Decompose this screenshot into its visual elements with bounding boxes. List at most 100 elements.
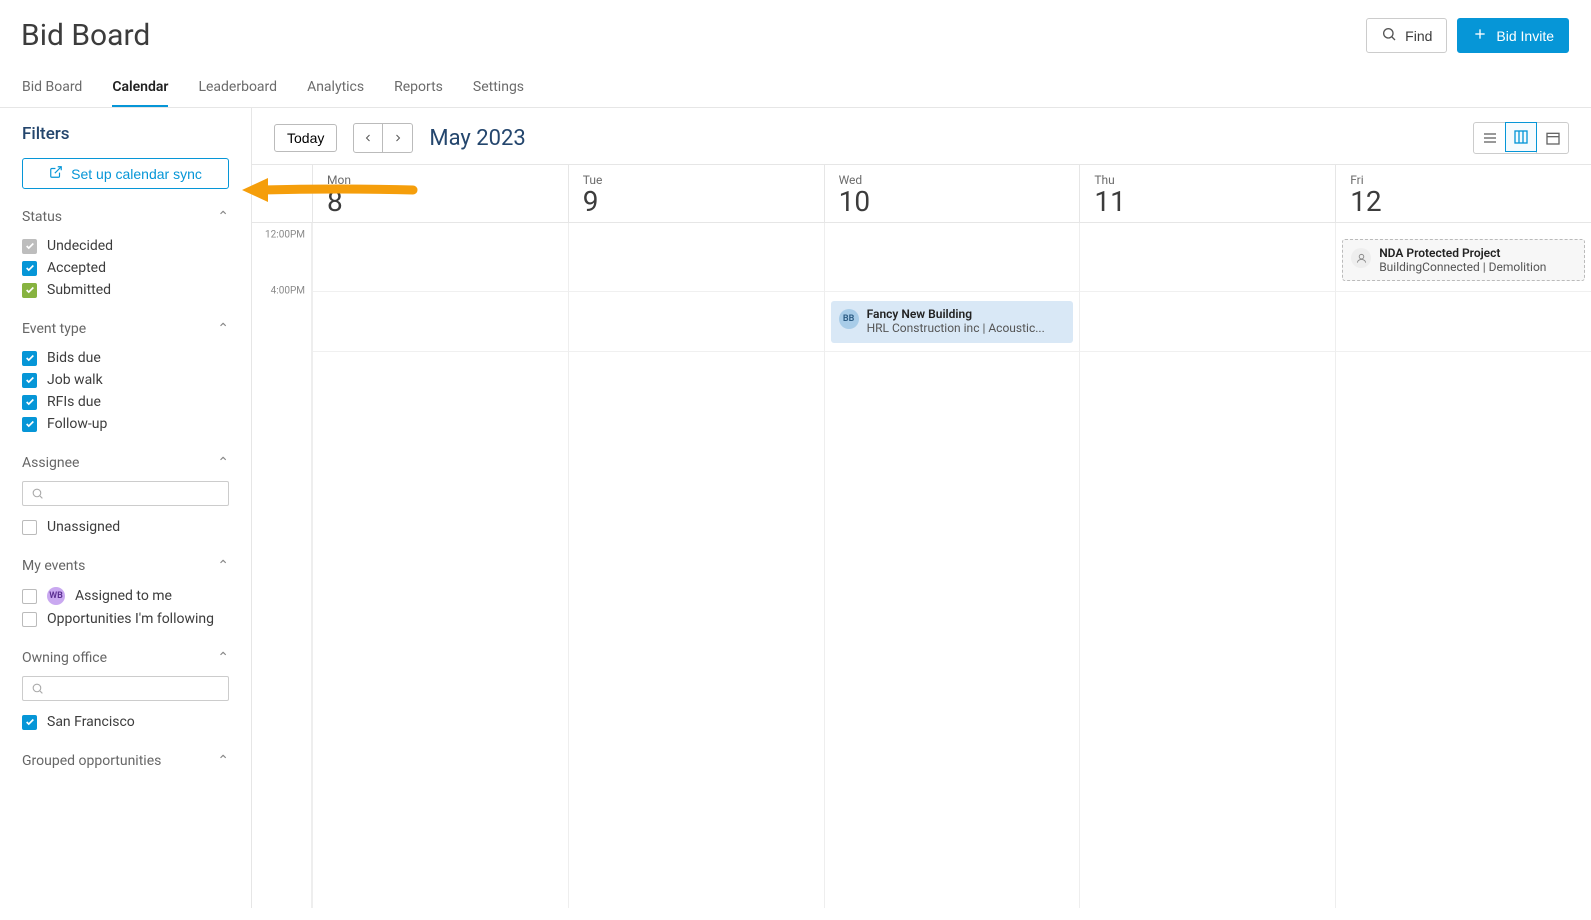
- chevron-up-icon: ⌃: [217, 321, 229, 337]
- day-number: 8: [327, 185, 554, 218]
- day-header-thu: Thu 11: [1079, 165, 1335, 222]
- filter-label: RFIs due: [47, 394, 101, 410]
- filter-item-following[interactable]: Opportunities I'm following: [22, 608, 229, 630]
- checkbox[interactable]: [22, 589, 37, 604]
- filters-sidebar: Filters Set up calendar sync Status ⌃ Un…: [0, 108, 252, 908]
- checkbox[interactable]: [22, 520, 37, 535]
- tab-calendar[interactable]: Calendar: [112, 71, 168, 107]
- day-col-tue[interactable]: [568, 223, 824, 908]
- external-link-icon: [49, 165, 63, 182]
- day-number: 10: [839, 185, 1066, 218]
- prev-button[interactable]: [353, 123, 383, 153]
- filter-title: Assignee: [22, 455, 79, 471]
- find-label: Find: [1405, 28, 1432, 44]
- main-tabs: Bid Board Calendar Leaderboard Analytics…: [0, 71, 1591, 108]
- today-button[interactable]: Today: [274, 124, 337, 152]
- bid-invite-button[interactable]: Bid Invite: [1457, 18, 1569, 53]
- day-col-mon[interactable]: [312, 223, 568, 908]
- tab-analytics[interactable]: Analytics: [307, 71, 364, 107]
- filter-item-follow-up[interactable]: Follow-up: [22, 413, 229, 435]
- filter-header-event-type[interactable]: Event type ⌃: [22, 321, 229, 337]
- filter-title: Grouped opportunities: [22, 753, 161, 769]
- calendar-icon: [1545, 130, 1561, 146]
- sync-label: Set up calendar sync: [71, 166, 202, 182]
- filter-label: Bids due: [47, 350, 101, 366]
- checkbox[interactable]: [22, 239, 37, 254]
- event-title: Fancy New Building: [867, 307, 1066, 321]
- checkbox[interactable]: [22, 373, 37, 388]
- view-list-button[interactable]: [1474, 123, 1506, 153]
- event-title: NDA Protected Project: [1379, 246, 1576, 260]
- filter-label: Unassigned: [47, 519, 120, 535]
- view-month-button[interactable]: [1536, 123, 1568, 153]
- plus-icon: [1472, 26, 1488, 45]
- search-icon: [1381, 26, 1397, 45]
- filter-header-status[interactable]: Status ⌃: [22, 209, 229, 225]
- view-week-button[interactable]: [1505, 122, 1537, 152]
- filter-label: Accepted: [47, 260, 106, 276]
- event-subtitle: HRL Construction inc | Acoustic...: [867, 321, 1066, 335]
- filter-item-assigned-to-me[interactable]: WB Assigned to me: [22, 584, 229, 608]
- bid-invite-label: Bid Invite: [1496, 28, 1554, 44]
- time-label: 4:00PM: [271, 286, 305, 297]
- chevron-up-icon: ⌃: [217, 753, 229, 769]
- day-header-fri: Fri 12: [1335, 165, 1591, 222]
- filter-header-grouped[interactable]: Grouped opportunities ⌃: [22, 753, 229, 769]
- filter-header-owning-office[interactable]: Owning office ⌃: [22, 650, 229, 666]
- setup-calendar-sync-button[interactable]: Set up calendar sync: [22, 158, 229, 189]
- filter-item-job-walk[interactable]: Job walk: [22, 369, 229, 391]
- filter-header-my-events[interactable]: My events ⌃: [22, 558, 229, 574]
- checkbox[interactable]: [22, 715, 37, 730]
- month-label: May 2023: [429, 126, 525, 151]
- filter-title: Owning office: [22, 650, 107, 666]
- filter-title: Status: [22, 209, 62, 225]
- chevron-up-icon: ⌃: [217, 455, 229, 471]
- filter-header-assignee[interactable]: Assignee ⌃: [22, 455, 229, 471]
- day-header-wed: Wed 10: [824, 165, 1080, 222]
- office-search-input[interactable]: [22, 676, 229, 701]
- day-col-thu[interactable]: [1079, 223, 1335, 908]
- filter-item-submitted[interactable]: Submitted: [22, 279, 229, 301]
- avatar: WB: [47, 587, 65, 605]
- checkbox[interactable]: [22, 261, 37, 276]
- filter-label: Assigned to me: [75, 588, 172, 604]
- day-number: 12: [1350, 185, 1577, 218]
- filter-item-accepted[interactable]: Accepted: [22, 257, 229, 279]
- filters-title: Filters: [22, 124, 229, 144]
- checkbox[interactable]: [22, 417, 37, 432]
- day-number: 11: [1094, 185, 1321, 218]
- filter-label: San Francisco: [47, 714, 135, 730]
- tab-bid-board[interactable]: Bid Board: [22, 71, 82, 107]
- filter-label: Submitted: [47, 282, 111, 298]
- filter-item-bids-due[interactable]: Bids due: [22, 347, 229, 369]
- find-button[interactable]: Find: [1366, 18, 1447, 53]
- event-badge: BB: [839, 309, 859, 329]
- calendar-event-protected[interactable]: NDA Protected Project BuildingConnected …: [1342, 239, 1585, 281]
- assignee-search-input[interactable]: [22, 481, 229, 506]
- filter-title: Event type: [22, 321, 86, 337]
- tab-reports[interactable]: Reports: [394, 71, 443, 107]
- chevron-left-icon: [362, 132, 374, 144]
- filter-label: Follow-up: [47, 416, 107, 432]
- filter-item-undecided[interactable]: Undecided: [22, 235, 229, 257]
- checkbox[interactable]: [22, 395, 37, 410]
- day-col-fri[interactable]: NDA Protected Project BuildingConnected …: [1335, 223, 1591, 908]
- filter-label: Job walk: [47, 372, 103, 388]
- time-column: 12:00PM 4:00PM: [252, 223, 312, 908]
- day-header-tue: Tue 9: [568, 165, 824, 222]
- next-button[interactable]: [383, 123, 413, 153]
- search-icon: [31, 487, 44, 500]
- tab-settings[interactable]: Settings: [473, 71, 524, 107]
- checkbox[interactable]: [22, 612, 37, 627]
- day-col-wed[interactable]: BB Fancy New Building HRL Construction i…: [824, 223, 1080, 908]
- tab-leaderboard[interactable]: Leaderboard: [198, 71, 277, 107]
- checkbox[interactable]: [22, 283, 37, 298]
- calendar-event[interactable]: BB Fancy New Building HRL Construction i…: [831, 301, 1074, 343]
- checkbox[interactable]: [22, 351, 37, 366]
- filter-item-san-francisco[interactable]: San Francisco: [22, 711, 229, 733]
- filter-item-unassigned[interactable]: Unassigned: [22, 516, 229, 538]
- search-icon: [31, 682, 44, 695]
- filter-item-rfis-due[interactable]: RFIs due: [22, 391, 229, 413]
- page-title: Bid Board: [21, 18, 150, 53]
- list-icon: [1482, 130, 1498, 146]
